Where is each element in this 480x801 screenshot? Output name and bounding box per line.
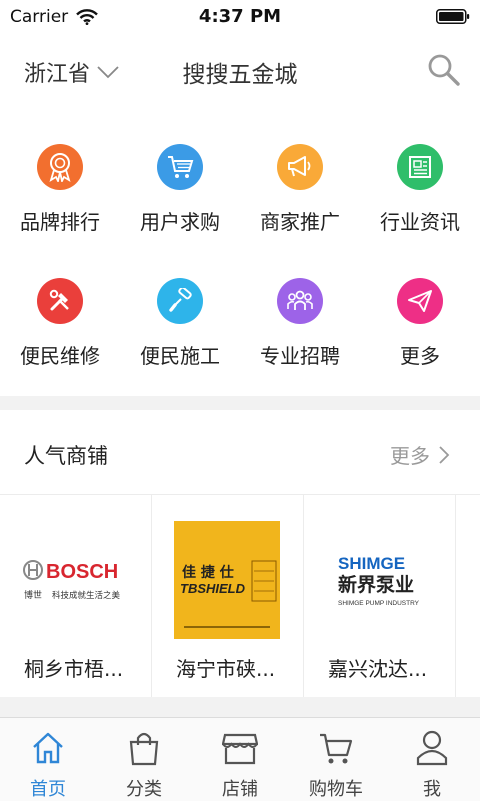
tbshield-logo: 佳 捷 仕 TBSHIELD — [174, 521, 280, 639]
person-icon — [414, 728, 450, 768]
people-group-icon — [277, 278, 323, 324]
category-industry-news[interactable]: 行业资讯 — [360, 126, 480, 256]
home-icon — [30, 728, 66, 768]
storefront-icon — [222, 728, 258, 768]
shop-name: 海宁市硖... — [176, 657, 276, 681]
more-shops-link[interactable]: 更多 — [390, 440, 450, 469]
category-label: 便民施工 — [140, 344, 220, 368]
shop-card[interactable]: SHIMGE 新界泵业 SHIMGE PUMP INDUSTRY 嘉兴沈达... — [304, 495, 456, 697]
tab-label: 分类 — [126, 779, 162, 800]
category-label: 专业招聘 — [260, 344, 340, 368]
svg-text:BOSCH: BOSCH — [46, 561, 118, 583]
status-time: 4:37 PM — [198, 6, 282, 27]
tab-label: 购物车 — [309, 779, 363, 800]
category-recruitment[interactable]: 专业招聘 — [240, 260, 360, 390]
shop-name: 桐乡市梧... — [24, 657, 124, 681]
tab-label: 首页 — [30, 779, 66, 800]
tab-me[interactable]: 我 — [384, 718, 480, 801]
tab-cart[interactable]: 购物车 — [288, 718, 384, 801]
paper-plane-icon — [397, 278, 443, 324]
tab-label: 我 — [423, 779, 441, 800]
megaphone-icon — [277, 144, 323, 190]
status-bar: Carrier 4:37 PM — [0, 0, 480, 36]
shop-card-partial[interactable] — [456, 495, 480, 697]
svg-text:博世: 博世 — [24, 589, 42, 601]
battery-icon — [436, 9, 470, 24]
svg-text:TBSHIELD: TBSHIELD — [180, 581, 246, 596]
svg-text:佳 捷 仕: 佳 捷 仕 — [182, 564, 234, 581]
section-divider — [0, 396, 480, 410]
tools-icon — [37, 278, 83, 324]
shopping-bag-icon — [126, 728, 162, 768]
bosch-logo: BOSCH 博世 科技成就生活之美 — [22, 521, 128, 639]
category-label: 便民维修 — [20, 344, 100, 368]
shop-name: 嘉兴沈达... — [328, 657, 428, 681]
section-title: 人气商铺 — [24, 444, 108, 468]
chevron-right-icon — [439, 445, 450, 464]
category-label: 更多 — [400, 344, 440, 368]
category-label: 用户求购 — [140, 210, 220, 234]
shimge-logo: SHIMGE 新界泵业 SHIMGE PUMP INDUSTRY — [326, 521, 432, 639]
more-label: 更多 — [390, 444, 430, 468]
svg-text:SHIMGE: SHIMGE — [338, 554, 405, 573]
newspaper-icon — [397, 144, 443, 190]
shop-list: BOSCH 博世 科技成就生活之美 桐乡市梧... 佳 捷 仕 TBSHIELD… — [0, 494, 480, 698]
nav-bar: 浙江省 搜搜五金城 — [0, 36, 480, 106]
category-repair-service[interactable]: 便民维修 — [0, 260, 120, 390]
tab-category[interactable]: 分类 — [96, 718, 192, 801]
award-ribbon-icon — [37, 144, 83, 190]
tab-bar: 首页 分类 店铺 购物车 我 — [0, 717, 480, 801]
shop-card[interactable]: 佳 捷 仕 TBSHIELD 海宁市硖... — [152, 495, 304, 697]
tab-shops[interactable]: 店铺 — [192, 718, 288, 801]
category-construction-service[interactable]: 便民施工 — [120, 260, 240, 390]
category-merchant-promotion[interactable]: 商家推广 — [240, 126, 360, 256]
tab-home[interactable]: 首页 — [0, 718, 96, 801]
category-grid: 品牌排行 用户求购 商家推广 行业资讯 便民维修 便民施工 专业招聘 更多 — [0, 126, 480, 396]
search-icon[interactable] — [426, 52, 462, 88]
shop-card[interactable]: BOSCH 博世 科技成就生活之美 桐乡市梧... — [0, 495, 152, 697]
cart-icon — [318, 728, 354, 768]
category-brand-ranking[interactable]: 品牌排行 — [0, 126, 120, 256]
paint-roller-icon — [157, 278, 203, 324]
svg-text:新界泵业: 新界泵业 — [338, 573, 414, 596]
shopping-cart-icon — [157, 144, 203, 190]
svg-text:科技成就生活之美: 科技成就生活之美 — [52, 590, 121, 601]
popular-shops-header: 人气商铺 更多 — [0, 410, 480, 494]
section-divider — [0, 697, 480, 717]
svg-text:SHIMGE PUMP INDUSTRY: SHIMGE PUMP INDUSTRY — [338, 600, 420, 607]
category-label: 品牌排行 — [20, 210, 100, 234]
category-label: 行业资讯 — [380, 210, 460, 234]
tab-label: 店铺 — [222, 779, 258, 800]
category-more[interactable]: 更多 — [360, 260, 480, 390]
category-user-purchase[interactable]: 用户求购 — [120, 126, 240, 256]
category-label: 商家推广 — [260, 210, 340, 234]
page-title: 搜搜五金城 — [182, 62, 298, 88]
